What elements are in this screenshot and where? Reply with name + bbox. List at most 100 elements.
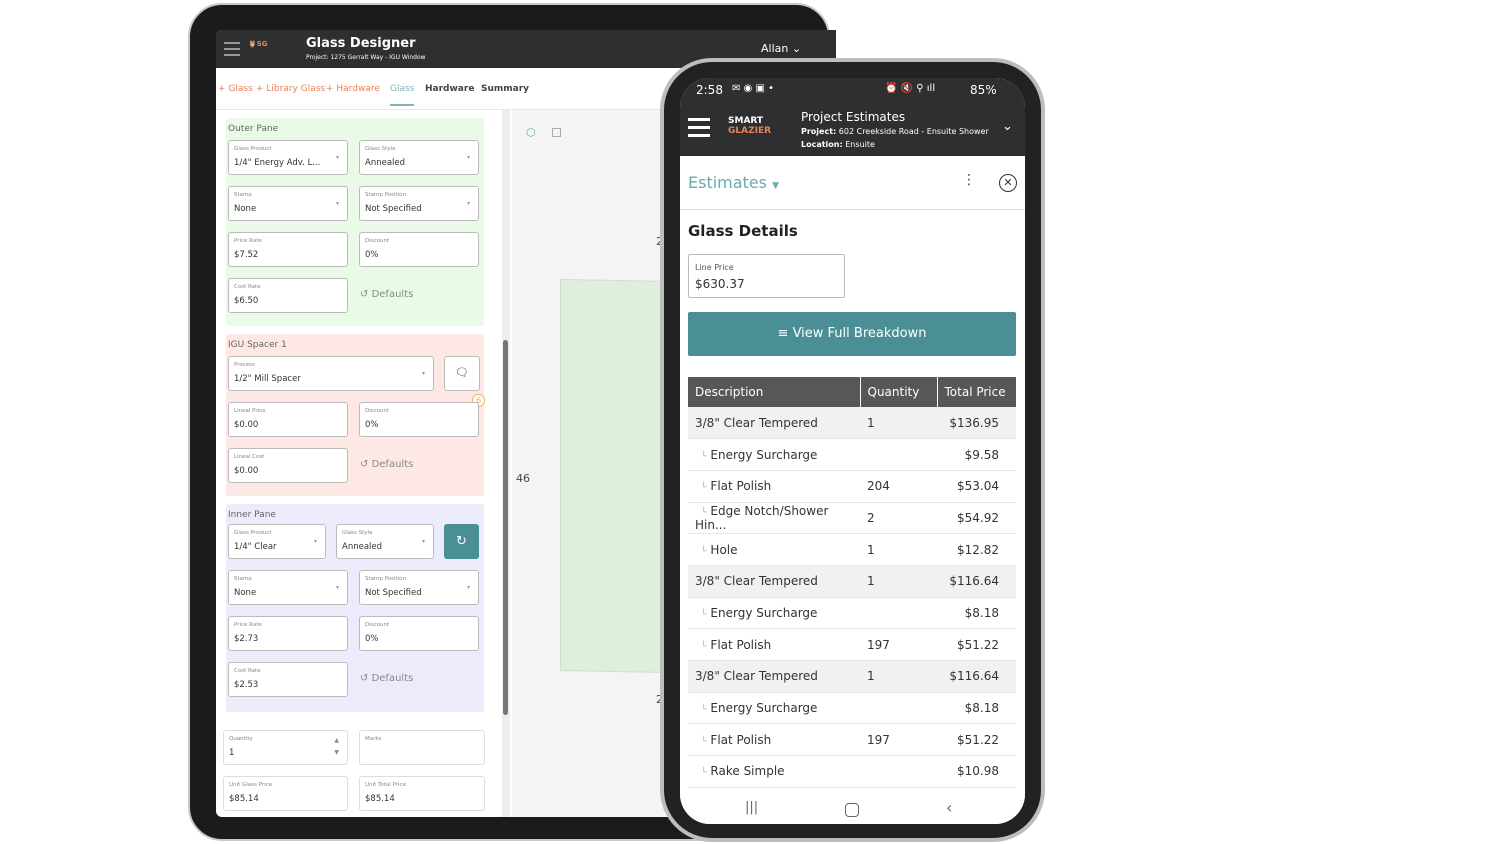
reset-icon: ↺ — [360, 673, 369, 684]
glass-product-select[interactable]: Glass Product 1/4" Energy Adv. L... ▾ — [228, 140, 348, 175]
glass-style-select[interactable]: Glass Style Annealed ▾ — [359, 140, 479, 175]
field-label: Unit Glass Price — [229, 782, 273, 788]
row-description: 3/8" Clear Tempered — [695, 415, 818, 430]
tab-summary[interactable]: Summary — [481, 84, 529, 94]
row-description: Flat Polish — [710, 732, 772, 747]
table-row[interactable]: 3/8" Clear Tempered 1 $136.95 — [688, 407, 1016, 440]
tab-glass[interactable]: Glass — [390, 84, 415, 106]
price-rate-input[interactable]: Price Rate $7.52 — [228, 232, 348, 267]
unit-glass-price-field: Unit Glass Price $85.14 — [223, 776, 348, 811]
user-name: Allan — [761, 42, 789, 55]
row-total: $9.58 — [937, 438, 1016, 471]
field-value: Not Specified — [365, 588, 422, 598]
field-value: None — [234, 204, 257, 214]
discount-input[interactable]: Discount 0% — [359, 402, 479, 437]
row-description: 3/8" Clear Tempered — [695, 669, 818, 684]
back-icon[interactable]: ‹ — [946, 798, 952, 817]
chevron-down-icon[interactable]: ⌄ — [1002, 119, 1013, 134]
lineal-cost-input[interactable]: Lineal Cost $0.00 — [228, 448, 348, 483]
table-row[interactable]: 3/8" Clear Tempered 1 $116.64 — [688, 565, 1016, 598]
tab-add-hardware[interactable]: + Hardware — [326, 84, 380, 94]
glass-style-select[interactable]: Glass Style Annealed ▾ — [336, 524, 434, 559]
tab-hardware[interactable]: Hardware — [425, 84, 474, 94]
stepper-arrows-icon[interactable]: ▲ ▼ — [334, 735, 339, 759]
row-quantity: 1 — [860, 533, 937, 566]
swap-pane-button[interactable]: ↻ — [444, 524, 479, 559]
field-label: Discount — [365, 622, 390, 628]
discount-input[interactable]: Discount 0% — [359, 232, 479, 267]
user-menu[interactable]: Allan ⌄ — [761, 42, 801, 55]
table-row[interactable]: └ Flat Polish 197 $51.22 — [688, 723, 1016, 757]
unit-total-price-field: Unit Total Price $85.14 — [359, 776, 485, 811]
table-row[interactable]: └ Flat Polish 197 $51.22 — [688, 628, 1016, 661]
field-label: Glass Product — [234, 530, 272, 536]
row-total: $54.92 — [937, 502, 1016, 535]
table-row[interactable]: └ Energy Surcharge $8.18 — [688, 692, 1016, 725]
tab-add-library-glass[interactable]: + Library Glass — [256, 84, 325, 94]
field-value: 1 — [229, 748, 235, 758]
battery-level: 85% — [970, 83, 997, 97]
close-icon[interactable]: ✕ — [999, 174, 1017, 192]
stamp-select[interactable]: Stamp None ▾ — [228, 570, 348, 605]
2d-view-icon[interactable] — [552, 128, 561, 137]
glass-product-select[interactable]: Glass Product 1/4" Clear ▾ — [228, 524, 326, 559]
chevron-down-icon: ⌄ — [791, 42, 802, 55]
table-row[interactable]: └ Edge Notch/Shower Hin... 2 $54.92 — [688, 502, 1016, 535]
recent-apps-icon[interactable]: ||| — [745, 800, 758, 815]
project-name: 602 Creekside Road - Ensuite Shower — [838, 127, 989, 136]
field-value: $85.14 — [365, 794, 395, 804]
field-value: $0.00 — [234, 420, 259, 430]
section-title: IGU Spacer 1 — [228, 340, 287, 350]
quantity-stepper[interactable]: Quantity 1 ▲ ▼ — [223, 730, 348, 765]
field-value: 1/4" Energy Adv. L... — [234, 158, 321, 168]
table-row[interactable]: 3/8" Clear Tempered 1 $116.64 — [688, 660, 1016, 693]
scrollbar-track[interactable] — [502, 110, 510, 817]
row-description: Rake Simple — [710, 764, 785, 779]
lineal-price-input[interactable]: Lineal Price $0.00 — [228, 402, 348, 437]
defaults-button[interactable]: ↺ Defaults — [360, 673, 413, 684]
field-value: Not Specified — [365, 204, 422, 214]
field-value: $630.37 — [695, 277, 745, 291]
table-row[interactable]: └ Flat Polish 204 $53.04 — [688, 470, 1016, 503]
row-quantity: 197 — [860, 723, 937, 757]
estimates-label: Estimates — [688, 173, 768, 192]
table-row[interactable]: └ Energy Surcharge $8.18 — [688, 597, 1016, 630]
row-total: $136.95 — [937, 407, 1016, 440]
view-full-breakdown-button[interactable]: ≡ View Full Breakdown — [688, 312, 1016, 356]
field-value: 1/2" Mill Spacer — [234, 374, 301, 384]
stamp-select[interactable]: Stamp None ▾ — [228, 186, 348, 221]
row-quantity — [860, 755, 937, 788]
hamburger-menu-icon[interactable] — [220, 40, 244, 60]
row-description: Energy Surcharge — [710, 605, 818, 620]
table-row[interactable]: └ Hole 1 $12.82 — [688, 533, 1016, 566]
row-quantity: 1 — [860, 565, 937, 598]
dropdown-arrow-icon: ▾ — [335, 200, 339, 207]
cost-rate-input[interactable]: Cost Rate $2.53 — [228, 662, 348, 697]
row-description: Flat Polish — [710, 637, 772, 652]
hamburger-menu-icon[interactable] — [688, 118, 712, 140]
page-title: Project Estimates — [801, 110, 906, 124]
3d-view-icon[interactable]: ⬡ — [526, 126, 536, 139]
scrollbar-thumb[interactable] — [503, 340, 508, 715]
stamp-position-select[interactable]: Stamp Position Not Specified ▾ — [359, 186, 479, 221]
price-rate-input[interactable]: Price Rate $2.73 — [228, 616, 348, 651]
more-options-icon[interactable]: ⋮ — [962, 172, 976, 188]
stamp-position-select[interactable]: Stamp Position Not Specified ▾ — [359, 570, 479, 605]
process-select[interactable]: Process 1/2" Mill Spacer ▾ — [228, 356, 434, 391]
field-label: Discount — [365, 408, 390, 414]
defaults-button[interactable]: ↺ Defaults — [360, 459, 413, 470]
field-value: $6.50 — [234, 296, 259, 306]
marks-input[interactable]: Marks — [359, 730, 485, 765]
home-icon[interactable] — [845, 803, 859, 817]
discount-input[interactable]: Discount 0% — [359, 616, 479, 651]
dropdown-arrow-icon: ▾ — [466, 200, 470, 207]
field-label: Lineal Price — [234, 408, 266, 414]
spacer-note-button[interactable]: 🗨 — [444, 356, 480, 391]
column-header-quantity: Quantity — [860, 377, 938, 407]
estimates-dropdown[interactable]: Estimates ▼ — [688, 173, 779, 192]
cost-rate-input[interactable]: Cost Rate $6.50 — [228, 278, 348, 313]
table-row[interactable]: └ Energy Surcharge $9.58 — [688, 438, 1016, 471]
table-row[interactable]: └ Rake Simple $10.98 — [688, 755, 1016, 788]
defaults-button[interactable]: ↺ Defaults — [360, 289, 413, 300]
tab-add-glass[interactable]: + Glass — [218, 84, 253, 94]
